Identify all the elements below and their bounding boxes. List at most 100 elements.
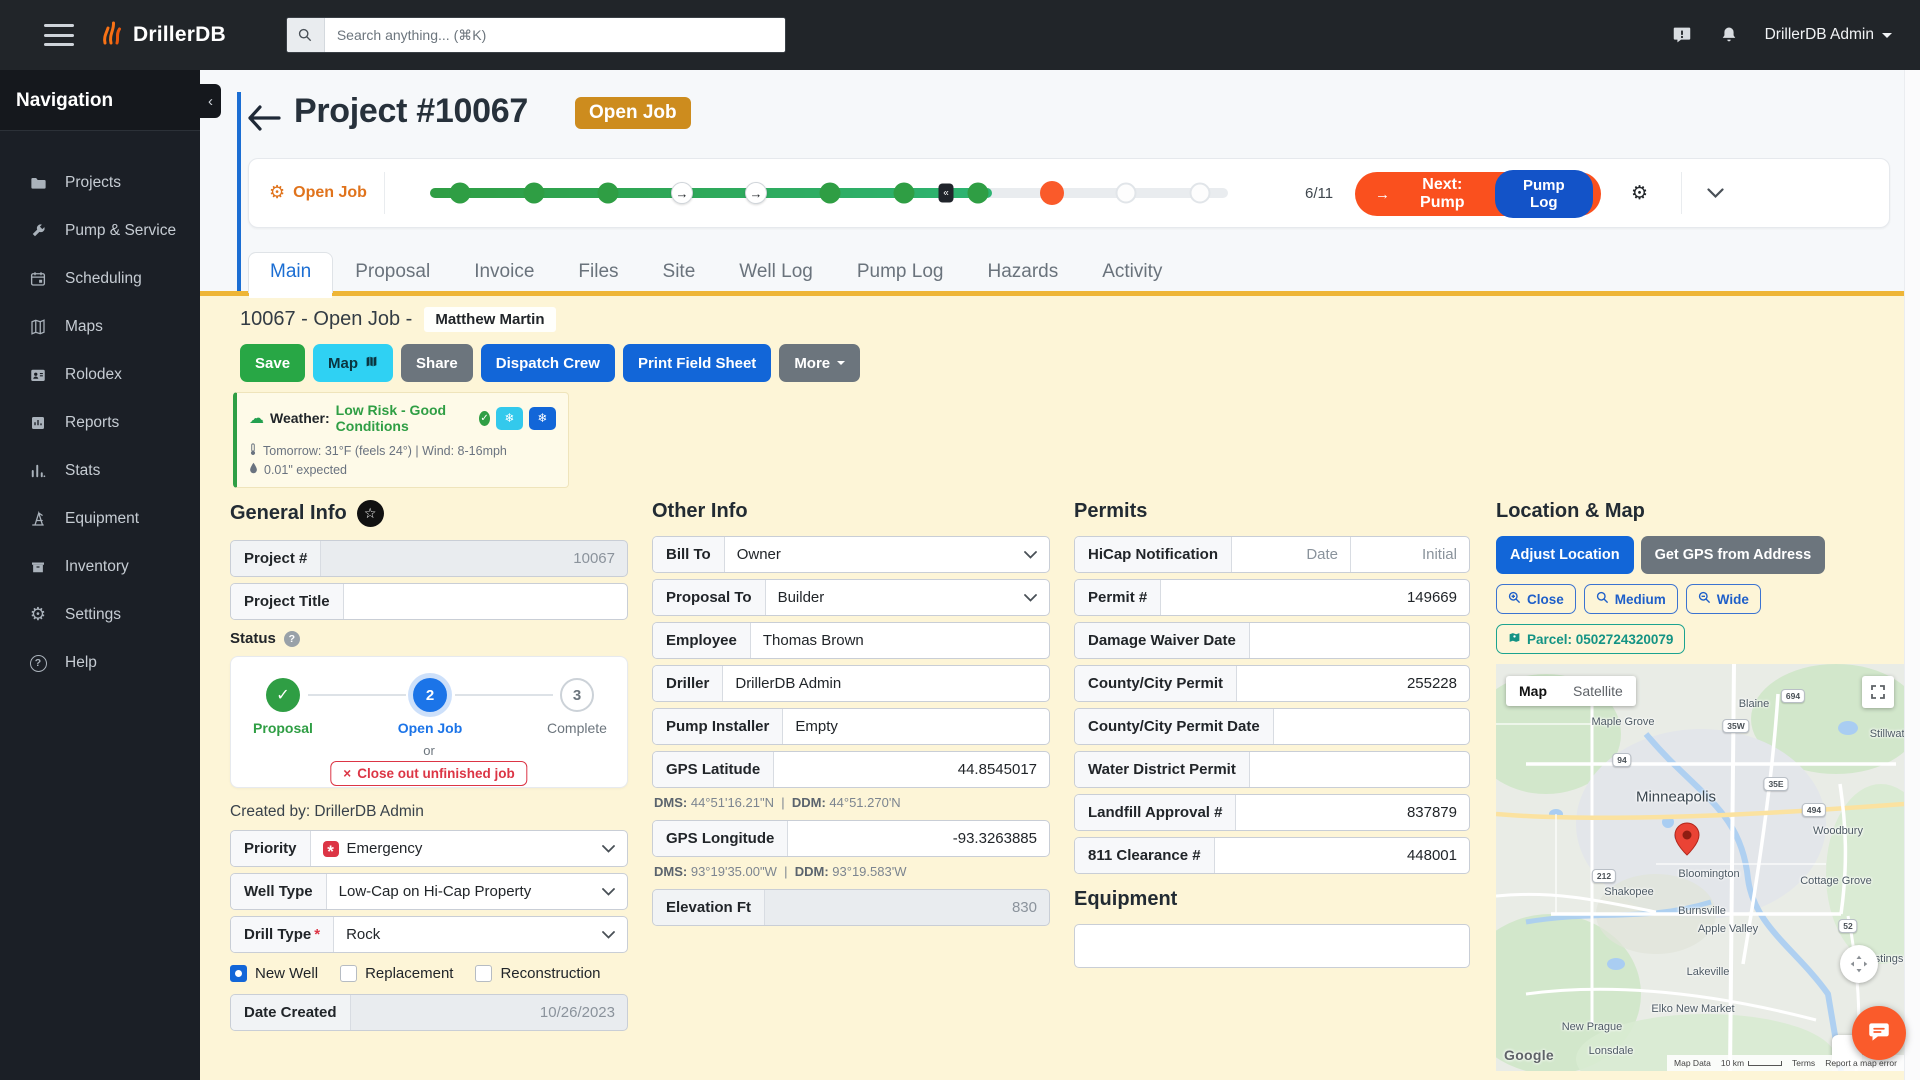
- status-step-complete[interactable]: 3: [560, 678, 594, 712]
- sidebar-item-inventory[interactable]: Inventory: [0, 543, 200, 591]
- help-icon[interactable]: ?: [284, 631, 300, 647]
- chat-launcher-button[interactable]: [1852, 1006, 1906, 1060]
- job-header: 10067 - Open Job - Matthew Martin: [240, 307, 556, 332]
- proposal-to-select[interactable]: Proposal To Builder: [652, 579, 1050, 616]
- parcel-button[interactable]: Parcel: 0502724320079: [1496, 624, 1685, 654]
- sidebar-item-reports[interactable]: Reports: [0, 399, 200, 447]
- pump-installer-field[interactable]: Pump Installer Empty: [652, 708, 1050, 745]
- step-dot-done[interactable]: [450, 183, 471, 204]
- tab-site[interactable]: Site: [641, 252, 718, 293]
- step-dot-done[interactable]: [968, 183, 989, 204]
- permit-number-field[interactable]: Permit # 149669: [1074, 579, 1470, 616]
- brand[interactable]: DrillerDB: [100, 20, 226, 51]
- tab-hazards[interactable]: Hazards: [965, 252, 1080, 293]
- pump-log-pill[interactable]: Pump Log: [1495, 170, 1593, 218]
- new-well-checkbox[interactable]: [230, 965, 247, 982]
- next-step-button[interactable]: → Next: Pump Pump Log: [1355, 172, 1601, 216]
- more-button[interactable]: More: [779, 344, 860, 382]
- county-city-permit-date-field[interactable]: County/City Permit Date: [1074, 708, 1470, 745]
- equipment-input[interactable]: [1074, 924, 1470, 968]
- step-dot-done[interactable]: [894, 183, 915, 204]
- damage-waiver-date-field[interactable]: Damage Waiver Date: [1074, 622, 1470, 659]
- map-marker-pin[interactable]: [1674, 822, 1700, 861]
- clearance-811-field[interactable]: 811 Clearance # 448001: [1074, 837, 1470, 874]
- map-button[interactable]: Map: [313, 344, 393, 382]
- map-label: Woodbury: [1813, 825, 1863, 837]
- scrollbar-track[interactable]: [1904, 70, 1920, 1080]
- sidebar-item-settings[interactable]: ⚙ Settings: [0, 591, 200, 639]
- hamburger-menu-button[interactable]: [44, 24, 74, 46]
- save-button[interactable]: Save: [240, 344, 305, 382]
- search-input[interactable]: [325, 18, 785, 52]
- report-map-error-link[interactable]: Report a map error: [1825, 1058, 1897, 1068]
- get-gps-button[interactable]: Get GPS from Address: [1641, 536, 1826, 574]
- sidebar-item-projects[interactable]: Projects: [0, 159, 200, 207]
- bell-icon[interactable]: [1719, 24, 1739, 46]
- sidebar-collapse-handle[interactable]: ‹: [200, 84, 221, 118]
- sidebar-item-equipment[interactable]: Equipment: [0, 495, 200, 543]
- tab-proposal[interactable]: Proposal: [333, 252, 452, 293]
- sidebar-item-scheduling[interactable]: Scheduling: [0, 255, 200, 303]
- print-field-sheet-button[interactable]: Print Field Sheet: [623, 344, 771, 382]
- replacement-checkbox[interactable]: [340, 965, 357, 982]
- gps-longitude-field[interactable]: GPS Longitude -93.3263885: [652, 820, 1050, 857]
- sidebar-item-rolodex[interactable]: Rolodex: [0, 351, 200, 399]
- star-favorite-icon[interactable]: ☆: [357, 500, 384, 527]
- sidebar-item-maps[interactable]: Maps: [0, 303, 200, 351]
- hicap-date-input[interactable]: Date: [1232, 537, 1350, 572]
- map-type-satellite-button[interactable]: Satellite: [1560, 676, 1636, 706]
- status-step-proposal[interactable]: ✓: [266, 678, 300, 712]
- zoom-wide-button[interactable]: Wide: [1686, 584, 1761, 614]
- collapse-progress-button[interactable]: [1707, 159, 1724, 227]
- tab-invoice[interactable]: Invoice: [452, 252, 556, 293]
- dispatch-crew-button[interactable]: Dispatch Crew: [481, 344, 615, 382]
- water-district-permit-field[interactable]: Water District Permit: [1074, 751, 1470, 788]
- fullscreen-button[interactable]: [1862, 676, 1894, 708]
- landfill-approval-field[interactable]: Landfill Approval # 837879: [1074, 794, 1470, 831]
- drill-type-select[interactable]: Drill Type* Rock: [230, 916, 628, 953]
- bill-to-select[interactable]: Bill To Owner: [652, 536, 1050, 573]
- user-menu[interactable]: DrillerDB Admin: [1765, 26, 1892, 44]
- status-step-open-job[interactable]: 2: [413, 678, 447, 712]
- step-dot-skipped[interactable]: →: [745, 182, 767, 204]
- sidebar-item-help[interactable]: ? Help: [0, 639, 200, 687]
- employee-field[interactable]: Employee Thomas Brown: [652, 622, 1050, 659]
- tab-files[interactable]: Files: [556, 252, 640, 293]
- step-dot-done[interactable]: [598, 183, 619, 204]
- feedback-icon[interactable]: [1671, 24, 1693, 46]
- tab-main[interactable]: Main: [248, 252, 333, 293]
- project-title-input[interactable]: [344, 584, 627, 619]
- progress-settings-button[interactable]: ⚙: [1631, 159, 1648, 227]
- tab-well-log[interactable]: Well Log: [717, 252, 835, 293]
- tab-pump-log[interactable]: Pump Log: [835, 252, 966, 293]
- step-dot-done[interactable]: [820, 183, 841, 204]
- pan-control-button[interactable]: [1840, 945, 1878, 983]
- map-type-map-button[interactable]: Map: [1506, 676, 1560, 706]
- reconstruction-checkbox[interactable]: [475, 965, 492, 982]
- adjust-location-button[interactable]: Adjust Location: [1496, 536, 1634, 574]
- terms-link[interactable]: Terms: [1792, 1058, 1815, 1068]
- well-type-select[interactable]: Well Type Low-Cap on Hi-Cap Property: [230, 873, 628, 910]
- county-city-permit-field[interactable]: County/City Permit 255228: [1074, 665, 1470, 702]
- snowflake-badge-cyan[interactable]: ❄: [496, 407, 523, 430]
- share-button[interactable]: Share: [401, 344, 473, 382]
- driller-field[interactable]: Driller DrillerDB Admin: [652, 665, 1050, 702]
- zoom-close-button[interactable]: Close: [1496, 584, 1576, 614]
- step-dot-todo[interactable]: [1116, 183, 1137, 204]
- sidebar-item-stats[interactable]: Stats: [0, 447, 200, 495]
- close-out-job-button[interactable]: × Close out unfinished job: [330, 761, 527, 786]
- priority-select[interactable]: Priority * Emergency: [230, 830, 628, 867]
- snowflake-badge-blue[interactable]: ❄: [529, 407, 556, 430]
- zoom-medium-button[interactable]: Medium: [1584, 584, 1678, 614]
- hicap-initial-input[interactable]: Initial: [1350, 537, 1469, 572]
- step-dot-todo[interactable]: [1190, 183, 1211, 204]
- step-dot-next[interactable]: [1040, 181, 1064, 205]
- gps-latitude-field[interactable]: GPS Latitude 44.8545017: [652, 751, 1050, 788]
- back-button[interactable]: [244, 98, 284, 138]
- map-label: Stillwater: [1870, 728, 1904, 740]
- sidebar-item-pump-service[interactable]: Pump & Service: [0, 207, 200, 255]
- tab-activity[interactable]: Activity: [1080, 252, 1184, 293]
- step-dot-done[interactable]: [524, 183, 545, 204]
- map-widget[interactable]: Maple Grove Blaine Stillwater Minneapoli…: [1496, 664, 1904, 1071]
- step-dot-skipped[interactable]: →: [671, 182, 693, 204]
